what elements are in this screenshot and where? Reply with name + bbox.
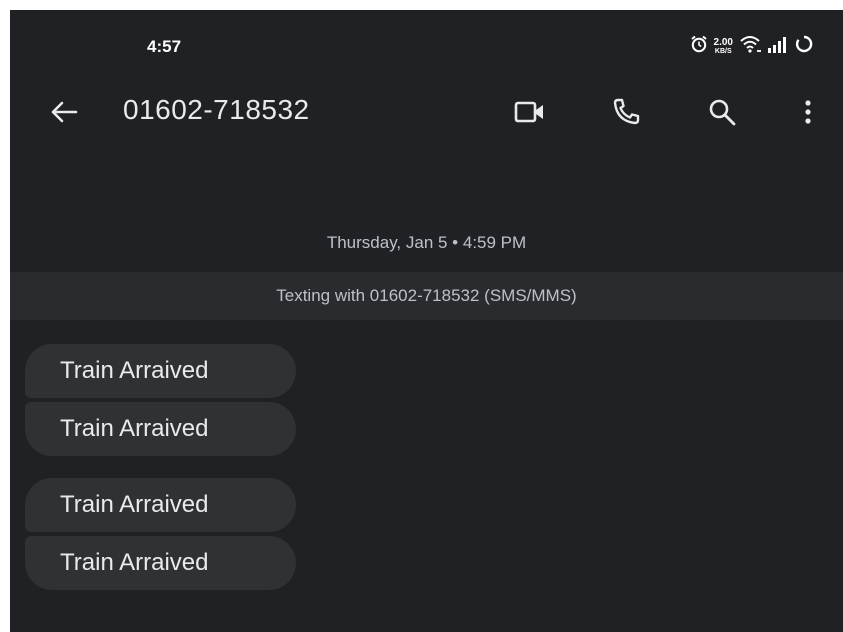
alarm-icon: [690, 35, 708, 58]
network-speed: 2.00 KB/S: [713, 36, 733, 55]
status-time: 4:57: [147, 37, 182, 56]
sms-banner: Texting with 01602-718532 (SMS/MMS): [10, 272, 843, 320]
call-button[interactable]: [606, 92, 646, 132]
date-label: Thursday, Jan 5 • 4:59 PM: [326, 233, 527, 252]
status-icons: 2.00 KB/S: [690, 35, 813, 57]
phone-icon: [613, 98, 640, 125]
more-vert-icon: [805, 100, 811, 124]
video-call-button[interactable]: [510, 92, 550, 132]
back-arrow-icon: [51, 101, 78, 123]
message-bubble[interactable]: Train Arraived: [25, 402, 296, 456]
search-icon: [709, 99, 736, 126]
more-options-button[interactable]: [788, 92, 828, 132]
messages-screen: 4:57 2.00 KB/S 01602-718532 Thursday, Ja…: [10, 10, 843, 632]
video-call-icon: [514, 101, 543, 123]
message-bubble[interactable]: Train Arraived: [25, 536, 296, 590]
status-bar: 4:57 2.00 KB/S: [10, 10, 843, 70]
app-bar: 01602-718532: [10, 80, 843, 144]
battery-saver-icon: [795, 35, 813, 58]
search-button[interactable]: [702, 92, 742, 132]
message-bubble[interactable]: Train Arraived: [25, 344, 296, 398]
back-button[interactable]: [46, 94, 82, 130]
message-bubble[interactable]: Train Arraived: [25, 478, 296, 532]
signal-icon: [767, 35, 789, 58]
wifi-icon: [739, 35, 762, 58]
contact-title: 01602-718532: [123, 94, 310, 125]
